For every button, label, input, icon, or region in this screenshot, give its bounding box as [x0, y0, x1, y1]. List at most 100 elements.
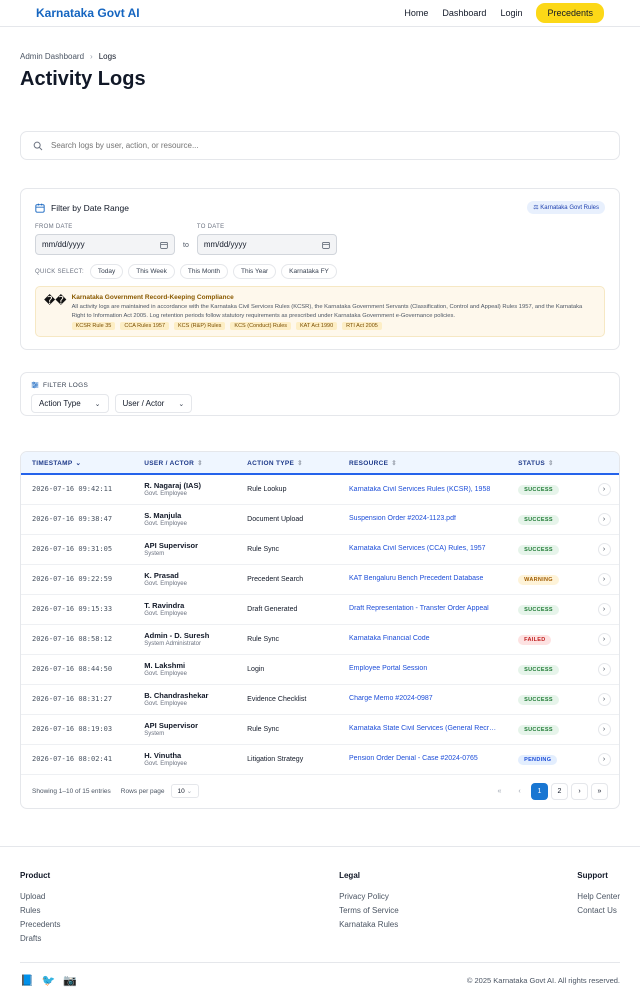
- to-date-input[interactable]: mm/dd/yyyy: [196, 234, 337, 255]
- resource-link[interactable]: Pension Order Denial - Case #2024-0765: [349, 755, 478, 762]
- chevron-right-icon[interactable]: ›: [597, 752, 611, 766]
- user-name: H. Vinutha: [144, 751, 182, 760]
- chevron-right-icon[interactable]: ›: [597, 632, 611, 646]
- breadcrumb: Admin Dashboard › Logs: [20, 27, 620, 61]
- breadcrumb-current: Logs: [98, 52, 117, 61]
- page-2-button[interactable]: 2: [551, 782, 568, 800]
- table-row[interactable]: 2026-07-16 09:42:11 R. Nagaraj (IAS) Govt.…: [21, 474, 619, 505]
- quick-this-year[interactable]: This Year: [233, 264, 277, 279]
- rows-per-page-label: Rows per page: [120, 787, 165, 795]
- chevron-right-icon[interactable]: ›: [597, 572, 611, 586]
- table-row[interactable]: 2026-07-16 09:22:59 K. Prasad Govt. Employ…: [21, 564, 619, 595]
- col-action[interactable]: ACTION TYPE ⇕: [247, 452, 349, 474]
- row-actions: ›: [597, 504, 619, 535]
- resource-link[interactable]: Draft Representation - Transfer Order Ap…: [349, 605, 489, 612]
- search-input[interactable]: [51, 141, 571, 150]
- date-range-filter: Filter by Date Range ⚖ Karnataka Govt Ru…: [20, 188, 620, 350]
- calendar-picker-icon[interactable]: [322, 241, 330, 249]
- footer-link-karnataka-rules[interactable]: Karnataka Rules: [339, 920, 399, 929]
- nav-login[interactable]: Login: [500, 8, 522, 18]
- footer-link-terms[interactable]: Terms of Service: [339, 906, 399, 915]
- table-row[interactable]: 2026-07-16 08:31:27 B. Chandrashekar Govt.…: [21, 684, 619, 715]
- quick-karnataka-fy[interactable]: Karnataka FY: [281, 264, 337, 279]
- prev-page-icon[interactable]: ‹: [511, 783, 528, 800]
- precedents-button[interactable]: Precedents: [536, 3, 604, 23]
- from-date-input[interactable]: mm/dd/yyyy: [35, 234, 175, 255]
- resource-link[interactable]: Karnataka Civil Services (CCA) Rules, 19…: [349, 545, 486, 552]
- table-row[interactable]: 2026-07-16 09:15:33 T. Ravindra Govt. Empl…: [21, 594, 619, 625]
- chevron-right-icon[interactable]: ›: [597, 482, 611, 496]
- calendar-icon: [35, 203, 45, 213]
- resource-link[interactable]: Employee Portal Session: [349, 665, 427, 672]
- page-1-button[interactable]: 1: [531, 782, 548, 800]
- table-row[interactable]: 2026-07-16 08:02:41 H. Vinutha Govt. Emplo…: [21, 744, 619, 775]
- row-action: Document Upload: [247, 504, 350, 535]
- resource-link[interactable]: Karnataka State Civil Services (General …: [349, 725, 499, 732]
- quick-select: QUICK SELECT: Today This Week This Month…: [35, 264, 605, 279]
- next-page-icon[interactable]: ›: [571, 782, 588, 800]
- brand-logo[interactable]: Karnataka Govt AI: [36, 6, 140, 20]
- status-badge: SUCCESS: [518, 484, 559, 495]
- row-status: SUCCESS: [518, 594, 598, 625]
- nav-dashboard[interactable]: Dashboard: [442, 8, 486, 18]
- resource-link[interactable]: Suspension Order #2024-1123.pdf: [349, 515, 456, 522]
- chevron-right-icon[interactable]: ›: [597, 662, 611, 676]
- showing-entries: Showing 1–10 of 15 entries: [32, 787, 111, 795]
- facebook-icon[interactable]: 📘: [20, 974, 34, 987]
- footer-link-help[interactable]: Help Center: [577, 892, 620, 901]
- chevron-right-icon[interactable]: ›: [597, 692, 611, 706]
- user-actor-dropdown[interactable]: User / Actor ⌄: [114, 394, 193, 413]
- footer-link-contact[interactable]: Contact Us: [577, 906, 620, 915]
- resource-link[interactable]: Karnataka Civil Services Rules (KCSR), 1…: [349, 486, 490, 493]
- footer-link-precedents[interactable]: Precedents: [20, 920, 60, 929]
- page-title: Activity Logs: [20, 68, 146, 90]
- calendar-picker-icon[interactable]: [160, 241, 168, 249]
- table-row[interactable]: 2026-07-16 08:58:12 Admin - D. Suresh Syst…: [21, 624, 619, 655]
- col-timestamp[interactable]: TIMESTAMP ⌄: [21, 452, 144, 474]
- filter-logs-title: FILTER LOGS: [43, 381, 89, 389]
- resource-link[interactable]: KAT Bengaluru Bench Precedent Database: [349, 575, 483, 582]
- first-page-icon[interactable]: «: [491, 783, 508, 800]
- footer-heading: Support: [577, 870, 608, 880]
- row-status: SUCCESS: [518, 474, 598, 505]
- footer-link-drafts[interactable]: Drafts: [20, 934, 60, 943]
- user-role: Govt. Employee: [144, 521, 187, 527]
- chevron-right-icon[interactable]: ›: [597, 542, 611, 556]
- quick-this-week[interactable]: This Week: [128, 264, 175, 279]
- user-actor-label: User / Actor: [122, 399, 165, 408]
- col-resource[interactable]: RESOURCE ⇕: [349, 452, 518, 474]
- col-status[interactable]: STATUS ⇕: [518, 452, 597, 474]
- col-user[interactable]: USER / ACTOR ⇕: [144, 452, 247, 474]
- quick-select-label: QUICK SELECT:: [35, 268, 84, 275]
- twitter-icon[interactable]: 🐦: [42, 974, 56, 987]
- resource-link[interactable]: Karnataka Financial Code: [349, 635, 430, 642]
- table-row[interactable]: 2026-07-16 08:19:03 API Supervisor System R…: [21, 714, 619, 745]
- table-row[interactable]: 2026-07-16 09:38:47 S. Manjula Govt. Emplo…: [21, 504, 619, 535]
- quick-today[interactable]: Today: [89, 264, 124, 279]
- action-type-dropdown[interactable]: Action Type ⌄: [31, 394, 109, 413]
- footer-link-privacy[interactable]: Privacy Policy: [339, 892, 399, 901]
- chevron-right-icon[interactable]: ›: [597, 722, 611, 736]
- instagram-icon[interactable]: 📷: [63, 974, 77, 987]
- footer-link-rules[interactable]: Rules: [20, 906, 60, 915]
- table-header-row: TIMESTAMP ⌄ USER / ACTOR ⇕ ACTION TYPE ⇕ RE…: [21, 452, 619, 474]
- footer-link-upload[interactable]: Upload: [20, 892, 60, 901]
- table-row[interactable]: 2026-07-16 09:31:05 API Supervisor System R…: [21, 534, 619, 565]
- table-row[interactable]: 2026-07-16 08:44:50 M. Lakshmi Govt. Emplo…: [21, 654, 619, 685]
- resource-link[interactable]: Charge Memo #2024-0987: [349, 695, 433, 702]
- status-badge: SUCCESS: [518, 664, 559, 675]
- row-timestamp: 2026-07-16 08:44:50: [21, 654, 145, 685]
- rows-per-page-select[interactable]: 10 ⌄: [170, 784, 200, 798]
- row-timestamp: 2026-07-16 08:31:27: [21, 684, 145, 715]
- chevron-right-icon[interactable]: ›: [597, 512, 611, 526]
- last-page-icon[interactable]: »: [591, 782, 608, 800]
- row-timestamp: 2026-07-16 09:42:11: [21, 474, 145, 505]
- breadcrumb-admin[interactable]: Admin Dashboard: [20, 52, 84, 61]
- footer-heading: Legal: [339, 870, 360, 880]
- quick-this-month[interactable]: This Month: [179, 264, 229, 279]
- chevron-down-icon: ⌄: [94, 400, 101, 408]
- nav-home[interactable]: Home: [404, 8, 428, 18]
- from-date-label: FROM DATE: [35, 224, 73, 230]
- row-user: API Supervisor System: [144, 714, 248, 745]
- chevron-right-icon[interactable]: ›: [597, 602, 611, 616]
